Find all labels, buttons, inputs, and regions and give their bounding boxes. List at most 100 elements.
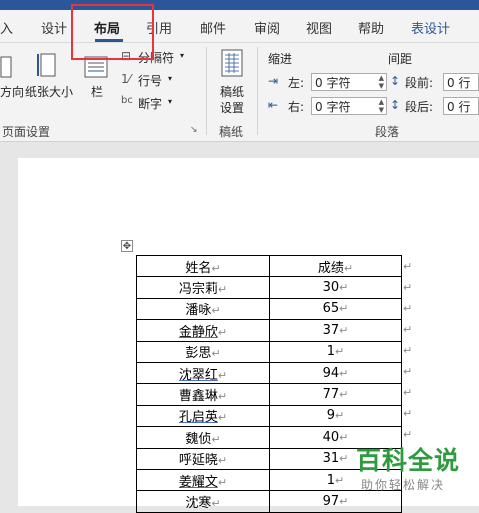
name-value: 金静欣	[178, 324, 218, 340]
name-cell[interactable]: 沈翠红↵	[136, 361, 270, 385]
row-end-mark: ↵	[403, 386, 413, 399]
indent-right-icon: ⇤	[268, 98, 279, 112]
score-value: 40	[322, 429, 340, 445]
indent-left-input[interactable]: 0 字符 ▲ ▼	[311, 73, 387, 91]
chevron-down-icon: ▾	[168, 74, 173, 83]
hyphenation-button[interactable]: 断字	[138, 95, 162, 112]
name-value: 曹鑫琳	[178, 389, 218, 405]
cell-end-mark: ↵	[339, 452, 349, 466]
hyphenation-icon: bc	[121, 95, 133, 106]
score-cell[interactable]: 30↵	[269, 276, 402, 299]
cell-end-mark: ↵	[339, 323, 349, 337]
tab-view[interactable]: 视图	[306, 18, 332, 37]
page-size-icon	[36, 53, 58, 82]
spacing-after-input[interactable]: 0 行	[443, 97, 479, 115]
cell-end-mark: ↵	[211, 261, 221, 275]
name-cell[interactable]: 彭思↵	[136, 340, 270, 363]
score-cell[interactable]: 97↵	[269, 490, 402, 513]
name-cell[interactable]: 金静欣↵	[136, 319, 270, 342]
cell-end-mark: ↵	[211, 432, 221, 446]
score-value: 94	[322, 365, 340, 381]
indent-right-label: 右:	[288, 100, 305, 114]
cell-end-mark: ↵	[211, 347, 221, 361]
chevron-down-icon: ▾	[180, 51, 185, 60]
cell-end-mark: ↵	[217, 454, 228, 468]
row-end-mark: ↵	[403, 344, 413, 357]
name-value: 孔启英	[178, 410, 218, 426]
watermark-logo: 百科全说 助你轻松解决	[356, 446, 471, 493]
score-value: 77	[322, 387, 340, 403]
line-numbers-button[interactable]: 行号	[138, 72, 162, 89]
manuscript-settings-line1[interactable]: 稿纸	[220, 83, 244, 100]
table-row: 孔启英↵ 9↵	[136, 404, 402, 428]
tab-help[interactable]: 帮助	[358, 18, 384, 37]
table-header-row: 姓名↵ 成绩↵	[136, 254, 402, 278]
indent-left-value: 0 字符	[315, 76, 351, 90]
score-cell[interactable]: 40↵	[269, 426, 402, 449]
name-cell[interactable]: 呼延晓↵	[136, 447, 270, 470]
score-cell[interactable]: 1↵	[269, 340, 402, 363]
score-cell[interactable]: 77↵	[269, 383, 402, 406]
name-cell[interactable]: 魏侦↵	[136, 426, 270, 449]
tab-table-design[interactable]: 表设计	[411, 18, 450, 37]
cell-end-mark: ↵	[211, 304, 221, 318]
name-cell[interactable]: 曹鑫琳↵	[136, 383, 270, 406]
name-value: 呼延晓	[178, 453, 218, 469]
table-row: 魏侦↵ 40↵	[136, 426, 402, 449]
name-cell[interactable]: 沈寒↵	[136, 490, 270, 513]
score-value: 1	[326, 472, 336, 488]
row-end-mark: ↵	[403, 407, 413, 420]
table-row: 曹鑫琳↵ 77↵	[136, 383, 402, 406]
dialog-launcher-icon[interactable]: ↘	[190, 125, 198, 135]
spacing-after-label: 段后:	[405, 100, 434, 114]
table-row: 彭思↵ 1↵	[136, 340, 402, 363]
cell-end-mark: ↵	[335, 345, 345, 359]
score-cell[interactable]: 37↵	[269, 319, 402, 342]
tab-review[interactable]: 审阅	[254, 18, 280, 37]
table-row: 金静欣↵ 37↵	[136, 319, 402, 342]
group-divider	[257, 47, 258, 135]
tab-insert[interactable]: 入	[0, 18, 13, 37]
columns-button[interactable]: 栏	[91, 83, 103, 100]
tab-mailings[interactable]: 邮件	[200, 18, 226, 37]
cell-end-mark: ↵	[217, 411, 228, 425]
tab-design[interactable]: 设计	[41, 18, 67, 37]
spacing-title: 间距	[388, 52, 413, 66]
score-value: 97	[322, 493, 340, 509]
spinner-arrows-icon[interactable]: ▲ ▼	[379, 98, 384, 114]
orientation-button[interactable]: 方向	[0, 83, 24, 100]
name-cell[interactable]: 潘咏↵	[136, 297, 270, 321]
cell-end-mark: ↵	[335, 473, 345, 487]
name-value: 姜耀文	[178, 474, 218, 490]
name-value: 沈寒	[185, 495, 212, 511]
spacing-before-input[interactable]: 0 行	[443, 73, 479, 91]
row-end-mark: ↵	[403, 281, 413, 294]
name-value: 彭思	[185, 346, 212, 362]
spinner-arrows-icon[interactable]: ▲ ▼	[379, 74, 384, 90]
indent-right-input[interactable]: 0 字符 ▲ ▼	[311, 97, 387, 115]
header-cell[interactable]: 姓名↵	[136, 254, 270, 278]
score-cell[interactable]: 65↵	[269, 297, 402, 321]
row-end-mark: ↵	[403, 365, 413, 378]
spacing-before-label: 段前:	[405, 76, 434, 90]
manuscript-settings-line2[interactable]: 设置	[220, 99, 244, 116]
cell-end-mark: ↵	[217, 390, 228, 404]
name-cell[interactable]: 孔启英↵	[136, 404, 270, 428]
cell-end-mark: ↵	[335, 409, 345, 423]
paragraph-group-label: 段落	[375, 125, 400, 139]
table-move-handle-icon[interactable]: ✥	[121, 240, 133, 252]
name-cell[interactable]: 冯宗莉↵	[136, 276, 270, 299]
group-divider	[206, 47, 207, 135]
score-cell[interactable]: 9↵	[269, 404, 402, 428]
header-cell[interactable]: 成绩↵	[269, 254, 402, 278]
score-value: 31	[322, 451, 340, 467]
spacing-before-icon: ↕	[390, 74, 401, 88]
spacing-after-icon: ↕	[390, 98, 401, 112]
score-cell[interactable]: 94↵	[269, 361, 402, 385]
page-size-button[interactable]: 纸张大小	[25, 83, 73, 100]
spacing-before-value: 0 行	[447, 76, 471, 90]
spacing-after-value: 0 行	[447, 100, 471, 114]
name-cell[interactable]: 姜耀文↵	[136, 468, 270, 492]
cell-end-mark: ↵	[339, 388, 349, 402]
table-row: 冯宗莉↵ 30↵	[136, 276, 402, 299]
